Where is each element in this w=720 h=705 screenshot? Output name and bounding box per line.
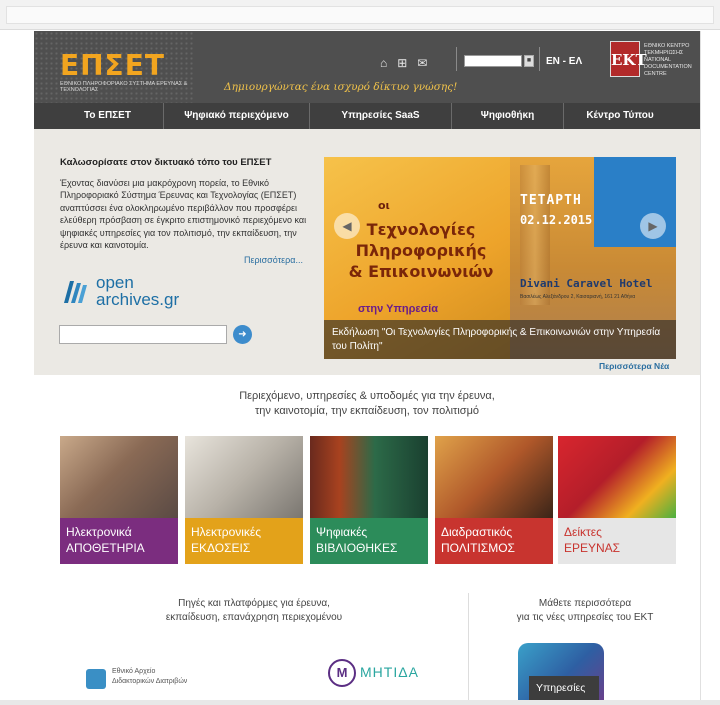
header-divider	[456, 47, 457, 71]
tile-culture-label: Διαδραστικός ΠΟΛΙΤΙΣΜΟΣ	[435, 518, 553, 564]
openarchives-icon[interactable]	[62, 277, 88, 305]
tile-publications[interactable]: Ηλεκτρονικές ΕΚΔΟΣΕΙΣ	[185, 436, 303, 564]
tile-label-line2: ΒΙΒΛΙΟΘΗΚΕΣ	[316, 541, 398, 555]
mail-icon[interactable]: ✉	[417, 56, 427, 70]
banner-venue: Divani Caravel Hotel	[520, 277, 653, 290]
edad-icon[interactable]	[86, 669, 106, 689]
banner-day: ΤΕΤΑΡΤΗ	[520, 193, 582, 208]
epset-logo[interactable]: ΕΠΣΕΤ	[60, 49, 165, 82]
nav-item-press[interactable]: Κέντρο Τύπου	[564, 103, 676, 129]
content-heading-line1: Περιεχόμενο, υπηρεσίες & υποδομές για τη…	[239, 390, 495, 402]
left-gutter	[0, 31, 34, 705]
banner-title-small: οι	[378, 199, 390, 212]
tile-culture[interactable]: Διαδραστικός ΠΟΛΙΤΙΣΜΟΣ	[435, 436, 553, 564]
banner-address: Βασιλέως Αλεξάνδρου 2, Καισαριανή, 161 2…	[520, 294, 636, 300]
services-tag[interactable]: Υπηρεσίες	[529, 676, 599, 700]
banner-caption[interactable]: Εκδήλωση "Οι Τεχνολογίες Πληροφορικής & …	[324, 320, 676, 359]
content-heading: Περιεχόμενο, υπηρεσίες & υποδομές για τη…	[34, 389, 700, 419]
sources-heading-line1: Πηγές και πλατφόρμες για έρευνα,	[178, 598, 330, 609]
nav-item-epset[interactable]: Το ΕΠΣΕΤ	[52, 103, 164, 129]
mitida-icon[interactable]: M	[328, 659, 356, 687]
tile-repositories-label: Ηλεκτρονικά ΑΠΟΘΕΤΗΡΙΑ	[60, 518, 178, 564]
tile-publications-label: Ηλεκτρονικές ΕΚΔΟΣΕΙΣ	[185, 518, 303, 564]
edad-line1: Εθνικό Αρχείο	[112, 668, 156, 675]
browser-strip	[0, 0, 720, 30]
sitemap-icon[interactable]: ⊞	[397, 56, 407, 70]
header-search-input[interactable]	[464, 55, 522, 67]
tile-indicators-label: Δείκτες ΕΡΕΥΝΑΣ	[558, 518, 676, 564]
edad-link[interactable]: Εθνικό Αρχείο Διδακτορικών Διατριβών	[112, 667, 187, 687]
learn-more-line1: Μάθετε περισσότερα	[538, 598, 632, 609]
openarchives-logo[interactable]: open archives.gr	[96, 274, 179, 308]
sources-heading-line2: εκπαίδευση, επανάχρηση περιεχομένου	[165, 612, 343, 623]
tile-indicators-image	[558, 436, 676, 518]
learn-more-line2: για τις νέες υπηρεσίες του ΕΚΤ	[516, 612, 654, 623]
section-divider	[468, 593, 469, 700]
address-bar[interactable]	[6, 6, 714, 24]
openarchives-search-input[interactable]	[59, 325, 227, 344]
header-divider	[539, 47, 540, 71]
edad-line2: Διδακτορικών Διατριβών	[112, 678, 188, 685]
search-go-button[interactable]: ➜	[233, 325, 252, 344]
nav-item-digital-library[interactable]: Ψηφιοθήκη	[452, 103, 564, 129]
banner-date: 02.12.2015	[520, 213, 593, 227]
tile-label-line2: ΠΟΛΙΤΙΣΜΟΣ	[441, 541, 515, 555]
tile-label-line1: Ηλεκτρονικές	[191, 525, 262, 539]
tile-repositories[interactable]: Ηλεκτρονικά ΑΠΟΘΕΤΗΡΙΑ	[60, 436, 178, 564]
welcome-title: Καλωσορίσατε στον δικτυακό τόπο του ΕΠΣΕ…	[60, 157, 272, 168]
tile-libraries[interactable]: Ψηφιακές ΒΙΒΛΙΟΘΗΚΕΣ	[310, 436, 428, 564]
content-section: Περιεχόμενο, υπηρεσίες & υποδομές για τη…	[34, 375, 700, 700]
bottom-edge	[0, 700, 720, 705]
tile-publications-image	[185, 436, 303, 518]
tile-indicators[interactable]: Δείκτες ΕΡΕΥΝΑΣ	[558, 436, 676, 564]
tile-label-line1: Ηλεκτρονικά	[66, 525, 132, 539]
more-news-link[interactable]: Περισσότερα Νέα	[599, 361, 669, 371]
main-nav: Το ΕΠΣΕΤ Ψηφιακό περιεχόμενο Υπηρεσίες S…	[34, 103, 700, 129]
content-heading-line2: την καινοτομία, την εκπαίδευση, τον πολι…	[254, 405, 480, 417]
slogan: Δημιουργώντας ένα ισχυρό δίκτυο γνώσης!	[224, 81, 458, 93]
nav-item-digital-content[interactable]: Ψηφιακό περιεχόμενο	[164, 103, 310, 129]
openarchives-line2: archives.gr	[96, 290, 180, 309]
learn-more-heading: Μάθετε περισσότερα για τις νέες υπηρεσίε…	[470, 597, 700, 625]
banner-next-button[interactable]: ▶	[640, 213, 666, 239]
sources-heading: Πηγές και πλατφόρμες για έρευνα, εκπαίδε…	[134, 597, 374, 625]
header-icons: ⌂ ⊞ ✉	[380, 56, 427, 70]
tile-culture-image	[435, 436, 553, 518]
tile-libraries-label: Ψηφιακές ΒΙΒΛΙΟΘΗΚΕΣ	[310, 518, 428, 564]
banner-subtitle: στην Υπηρεσία	[358, 303, 438, 315]
intro-text: Έχοντας διανύσει μια μακρόχρονη πορεία, …	[60, 178, 307, 251]
ekt-logo[interactable]: ΕΚΤ	[610, 41, 647, 77]
logo-subtitle: ΕΘΝΙΚΟ ΠΛΗΡΟΦΟΡΙΑΚΟ ΣΥΣΤΗΜΑ ΕΡΕΥΝΑΣ & ΤΕ…	[60, 81, 188, 93]
header-search-button[interactable]: ■	[524, 55, 534, 67]
language-switcher[interactable]: EN - ΕΛ	[546, 56, 582, 67]
tile-label-line2: ΑΠΟΘΕΤΗΡΙΑ	[66, 541, 145, 555]
mitida-link[interactable]: ΜΗΤΙΔΑ	[360, 664, 419, 680]
more-link[interactable]: Περισσότερα...	[244, 255, 303, 265]
banner-title: Τεχνολογίες Πληροφορικής & Επικοινωνιών	[348, 220, 494, 281]
news-banner[interactable]: οι Τεχνολογίες Πληροφορικής & Επικοινωνι…	[324, 157, 676, 359]
tile-label-line1: Διαδραστικός	[441, 525, 513, 539]
tile-repositories-image	[60, 436, 178, 518]
tile-label-line1: Δείκτες	[564, 525, 602, 539]
banner-prev-button[interactable]: ◀	[334, 213, 360, 239]
banner-blue-block	[594, 157, 676, 247]
tile-label-line2: ΕΡΕΥΝΑΣ	[564, 541, 621, 555]
category-tiles: Ηλεκτρονικά ΑΠΟΘΕΤΗΡΙΑ Ηλεκτρονικές ΕΚΔΟ…	[60, 436, 676, 564]
page: ΕΠΣΕΤ ΕΘΝΙΚΟ ΠΛΗΡΟΦΟΡΙΑΚΟ ΣΥΣΤΗΜΑ ΕΡΕΥΝΑ…	[34, 31, 700, 700]
tile-libraries-image	[310, 436, 428, 518]
tile-label-line2: ΕΚΔΟΣΕΙΣ	[191, 541, 251, 555]
ekt-name: ΕΘΝΙΚΟ ΚΕΝΤΡΟ ΤΕΚΜΗΡΙΩΣΗΣ NATIONAL DOCUM…	[644, 43, 692, 77]
site-header: ΕΠΣΕΤ ΕΘΝΙΚΟ ΠΛΗΡΟΦΟΡΙΑΚΟ ΣΥΣΤΗΜΑ ΕΡΕΥΝΑ…	[34, 31, 700, 103]
nav-item-saas[interactable]: Υπηρεσίες SaaS	[310, 103, 452, 129]
openarchives-line1: open	[96, 273, 134, 292]
tile-label-line1: Ψηφιακές	[316, 525, 368, 539]
home-icon[interactable]: ⌂	[380, 56, 387, 70]
scrollbar[interactable]	[700, 31, 720, 705]
